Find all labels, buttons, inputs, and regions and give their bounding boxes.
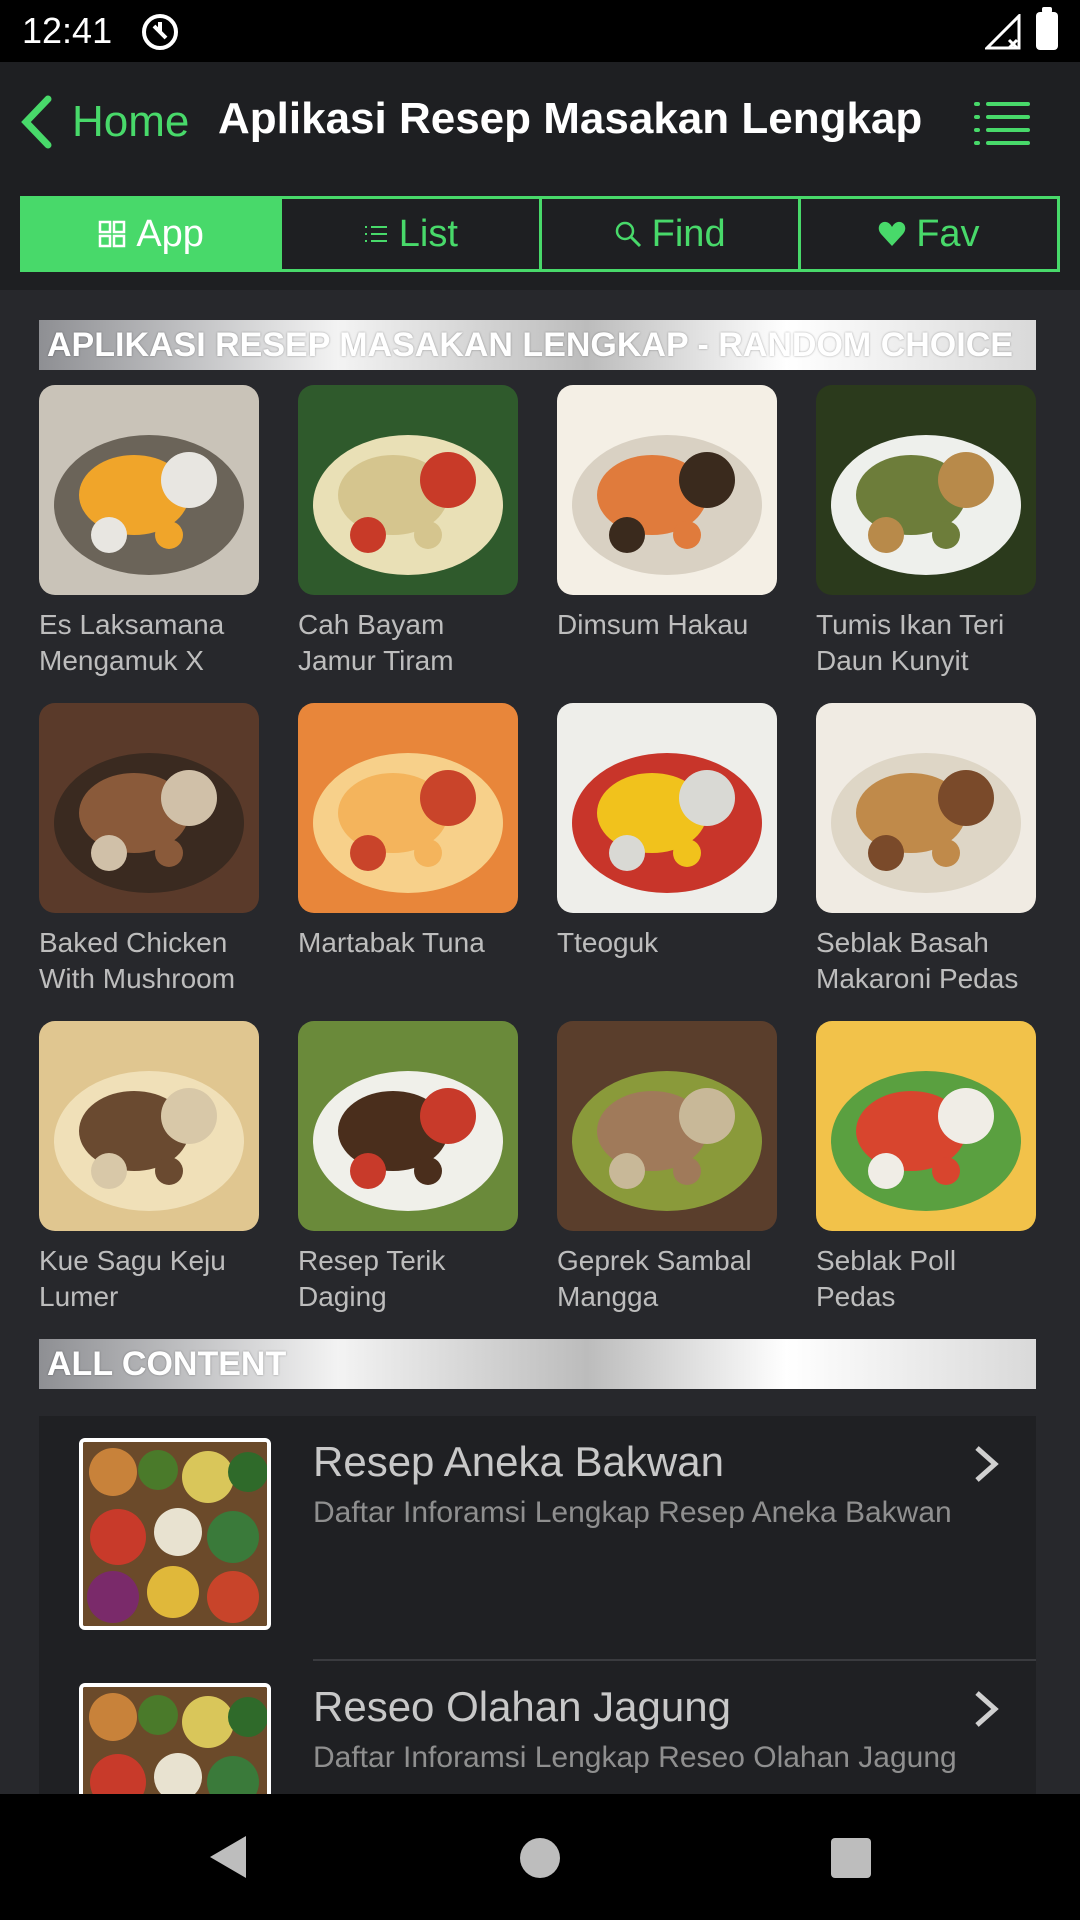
- battery-icon: [1036, 7, 1058, 50]
- tab-list[interactable]: List: [282, 199, 542, 269]
- recipe-card[interactable]: Seblak Poll Pedas: [816, 1021, 1036, 1315]
- recipe-name: Baked Chicken With Mushroom: [39, 927, 236, 994]
- recipe-image: [39, 703, 259, 913]
- item-image: [79, 1683, 271, 1794]
- content-area[interactable]: APLIKASI RESEP MASAKAN LENGKAP - RANDOM …: [0, 290, 1080, 1794]
- recipe-image: [298, 385, 518, 595]
- status-bar: 12:41: [0, 0, 1080, 62]
- recipe-card[interactable]: Kue Sagu Keju Lumer: [39, 1021, 259, 1315]
- tab-label: Fav: [916, 212, 980, 255]
- item-description: Daftar Inforamsi Lengkap Reseo Olahan Ja…: [313, 1741, 957, 1774]
- recipe-image: [298, 703, 518, 913]
- recipe-card[interactable]: Tumis Ikan Teri Daun Kunyit: [816, 385, 1036, 679]
- recipe-name: Tumis Ikan Teri Daun Kunyit: [816, 609, 1005, 676]
- search-icon: [615, 221, 641, 248]
- recipe-card[interactable]: Seblak Basah Makaroni Pedas: [816, 703, 1036, 997]
- tab-label: List: [398, 212, 458, 255]
- recipe-name: Resep Terik Daging: [298, 1245, 446, 1312]
- back-label: Home: [72, 97, 190, 146]
- recipe-card[interactable]: Es Laksamana Mengamuk X: [39, 385, 259, 679]
- recipe-image: [298, 1021, 518, 1231]
- recipe-name: Es Laksamana Mengamuk X: [39, 609, 225, 676]
- tab-app[interactable]: App: [23, 199, 283, 269]
- signal-icon: [985, 14, 1021, 50]
- recipe-card[interactable]: Baked Chicken With Mushroom: [39, 703, 259, 997]
- recipe-image: [816, 385, 1036, 595]
- heart-icon: [878, 221, 906, 246]
- recipe-card[interactable]: Martabak Tuna: [298, 703, 518, 961]
- page-title: Aplikasi Resep Masakan Lengkap: [218, 94, 923, 143]
- grid-icon: [99, 220, 126, 248]
- recipe-image: [39, 1021, 259, 1231]
- recipe-card[interactable]: Geprek Sambal Mangga: [557, 1021, 777, 1315]
- recipe-card[interactable]: Cah Bayam Jamur Tiram: [298, 385, 518, 679]
- recipe-name: Dimsum Hakau: [557, 609, 749, 640]
- tab-bar: App List Find Fav: [20, 196, 1060, 272]
- item-title: Resep Aneka Bakwan: [313, 1438, 724, 1485]
- recipe-name: Seblak Basah Makaroni Pedas: [816, 927, 1019, 994]
- chevron-left-icon: [21, 95, 52, 149]
- content-list: Resep Aneka Bakwan Daftar Inforamsi Lengk…: [39, 1416, 1036, 1794]
- all-content-header: ALL CONTENT: [39, 1339, 1036, 1389]
- recipe-card[interactable]: Dimsum Hakau: [557, 385, 777, 643]
- nav-recents-icon[interactable]: [831, 1838, 871, 1878]
- tab-label: App: [136, 212, 204, 255]
- recipe-name: Kue Sagu Keju Lumer: [39, 1245, 226, 1312]
- item-image: [79, 1438, 271, 1630]
- list-item[interactable]: Resep Aneka Bakwan Daftar Inforamsi Lengk…: [39, 1416, 1036, 1661]
- recipe-name: Cah Bayam Jamur Tiram: [298, 609, 454, 676]
- list-item[interactable]: Reseo Olahan Jagung Daftar Inforamsi Leng…: [39, 1661, 1036, 1794]
- recipe-card[interactable]: Resep Terik Daging: [298, 1021, 518, 1315]
- recipe-image: [557, 385, 777, 595]
- back-button[interactable]: Home: [18, 92, 189, 152]
- tab-find[interactable]: Find: [541, 199, 801, 269]
- status-time: 12:41: [22, 10, 113, 51]
- recipe-name: Martabak Tuna: [298, 927, 485, 958]
- item-description: Daftar Inforamsi Lengkap Resep Aneka Bak…: [313, 1496, 952, 1529]
- recipe-image: [816, 1021, 1036, 1231]
- list-icon: [364, 226, 387, 242]
- recipe-name: Seblak Poll Pedas: [816, 1245, 957, 1312]
- recipe-name: Tteoguk: [557, 927, 659, 958]
- tab-fav[interactable]: Fav: [800, 199, 1057, 269]
- recipe-image: [816, 703, 1036, 913]
- item-title: Reseo Olahan Jagung: [313, 1683, 731, 1730]
- chevron-right-icon: [975, 1446, 999, 1482]
- recipe-image: [557, 1021, 777, 1231]
- recipe-image: [39, 385, 259, 595]
- tab-label: Find: [651, 212, 726, 255]
- app-header: Home Aplikasi Resep Masakan Lengkap App …: [0, 62, 1080, 290]
- recipe-image: [557, 703, 777, 913]
- nav-home-icon[interactable]: [520, 1838, 560, 1878]
- navigation-bar: [0, 1794, 1080, 1920]
- notification-app-icon: [142, 14, 178, 50]
- nav-back-icon[interactable]: [208, 1834, 248, 1880]
- chevron-right-icon: [975, 1691, 999, 1727]
- recipe-card[interactable]: Tteoguk: [557, 703, 777, 961]
- list-menu-icon[interactable]: [972, 98, 1032, 148]
- random-choice-header: APLIKASI RESEP MASAKAN LENGKAP - RANDOM …: [39, 320, 1036, 370]
- recipe-name: Geprek Sambal Mangga: [557, 1245, 752, 1312]
